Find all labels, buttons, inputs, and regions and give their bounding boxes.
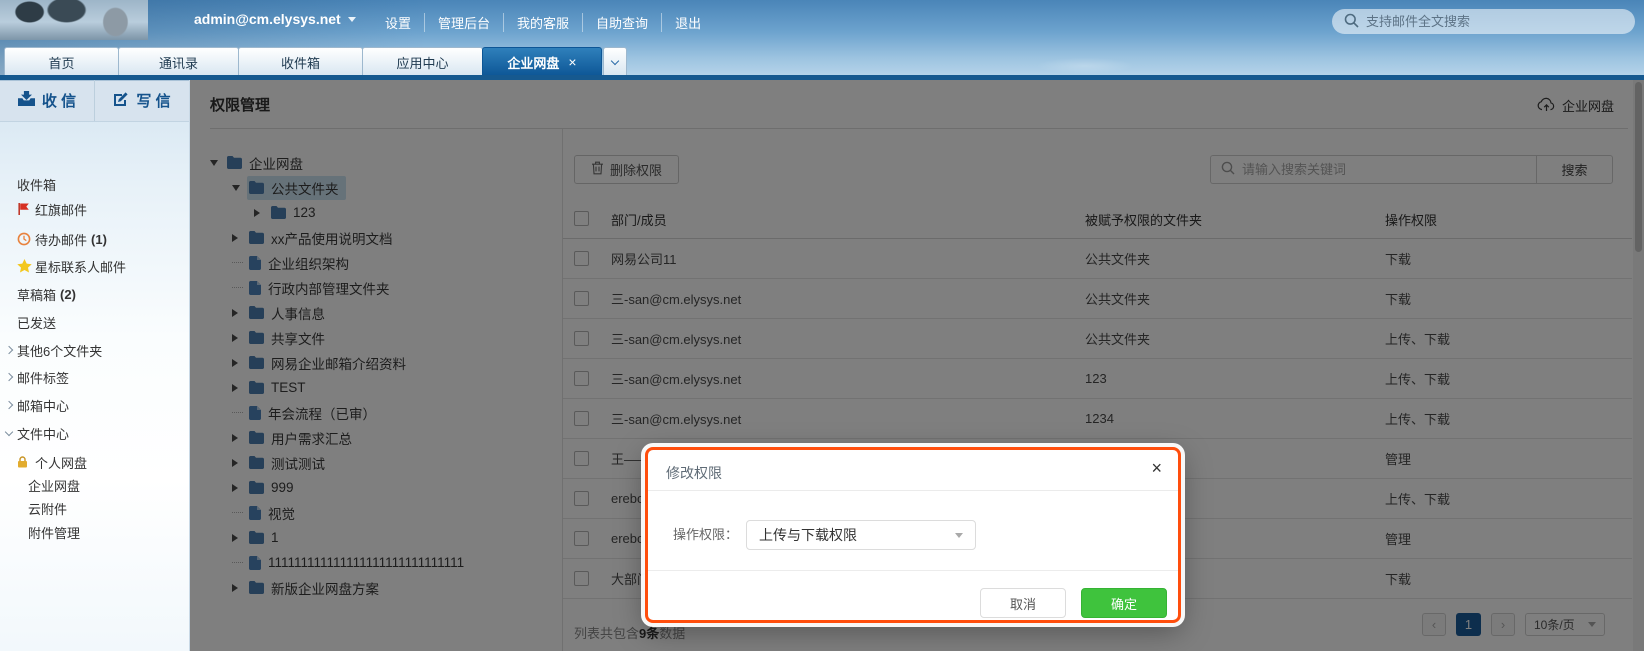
tab-2[interactable]: 通讯录: [118, 47, 239, 76]
account-menu[interactable]: admin@cm.elysys.net: [194, 11, 356, 27]
sidebar-item-12[interactable]: 企业网盘: [6, 475, 80, 495]
chevron-down-icon: [611, 56, 619, 64]
tab-label: 首页: [48, 53, 74, 72]
logo-image: [0, 0, 148, 40]
sidebar-item-7[interactable]: 其他6个文件夹: [6, 340, 102, 360]
tab-label: 收件箱: [281, 53, 320, 72]
receive-mail-icon: [18, 91, 35, 110]
clock-icon: [17, 232, 35, 246]
write-mail-button[interactable]: 写 信: [94, 80, 189, 121]
sidebar-item-label: 星标联系人邮件: [35, 257, 126, 276]
app-window: admin@cm.elysys.net 设置管理后台我的客服自助查询退出 首页 通…: [0, 0, 1644, 651]
sidebar-item-label: 其他6个文件夹: [17, 341, 102, 360]
sidebar-item-label: 邮箱中心: [17, 396, 69, 415]
tab-1[interactable]: 首页: [4, 47, 119, 76]
tab-label: 应用中心: [396, 53, 448, 72]
receive-mail-label: 收 信: [42, 90, 76, 111]
sidebar-item-label: 收件箱: [17, 175, 56, 194]
star-icon: [17, 259, 35, 273]
mail-search[interactable]: [1332, 9, 1635, 34]
sidebar-item-label: 文件中心: [17, 424, 69, 443]
arrow-slot: [6, 374, 17, 380]
arrow-slot: [6, 347, 17, 353]
cancel-button[interactable]: 取消: [980, 588, 1066, 618]
tab-overflow-button[interactable]: [603, 47, 627, 76]
tab-bar: 首页 通讯录 收件箱 应用中心 企业网盘 ×: [4, 47, 627, 76]
sidebar-item-6[interactable]: 已发送: [6, 312, 56, 332]
sidebar-item-1[interactable]: 收件箱: [6, 174, 56, 194]
sidebar-item-3[interactable]: 待办邮件 (1): [6, 229, 107, 249]
sidebar-item-label: 已发送: [17, 313, 56, 332]
caret-down-icon: [955, 533, 963, 538]
sidebar-item-10[interactable]: 文件中心: [6, 423, 69, 443]
arrow-slot: [6, 402, 17, 408]
write-mail-label: 写 信: [136, 90, 170, 111]
sidebar-item-2[interactable]: 红旗邮件: [6, 199, 87, 219]
compose-toolbar: 收 信 写 信: [0, 80, 189, 122]
permission-select[interactable]: 上传与下载权限: [746, 520, 976, 550]
chevron-down-icon: [348, 17, 356, 22]
sidebar-item-label: 草稿箱: [17, 285, 56, 304]
arrow-slot: [6, 432, 17, 435]
sidebar-item-label: 附件管理: [28, 523, 80, 542]
tab-3[interactable]: 收件箱: [238, 47, 363, 76]
unread-count: (1): [91, 232, 107, 247]
topbar-menu-item-2[interactable]: 管理后台: [424, 13, 503, 32]
topbar-menu-item-1[interactable]: 设置: [372, 13, 424, 32]
sidebar-item-9[interactable]: 邮箱中心: [6, 395, 69, 415]
search-input[interactable]: [1366, 14, 1606, 29]
mail-sidebar: 收 信 写 信 收件箱红旗邮件待办邮件 (1) 星标联系人邮件草稿箱 (2) 已发送其他…: [0, 80, 190, 651]
sidebar-item-label: 个人网盘: [35, 453, 87, 472]
disk-module: 权限管理 企业网盘 企业网盘公共文件夹123xx产品使用说明文档企业组织架构行政…: [190, 80, 1644, 651]
top-banner: admin@cm.elysys.net 设置管理后台我的客服自助查询退出 首页 通…: [0, 0, 1644, 80]
dialog-footer-divider: [648, 570, 1178, 571]
sidebar-item-11[interactable]: 个人网盘: [6, 452, 87, 472]
lock-icon: [17, 456, 35, 468]
flag-icon: [17, 202, 35, 216]
edit-permission-dialog: 修改权限 × 操作权限： 上传与下载权限 取消 确定: [645, 447, 1181, 623]
sidebar-item-label: 待办邮件: [35, 230, 87, 249]
sidebar-item-label: 邮件标签: [17, 368, 69, 387]
compose-icon: [113, 91, 129, 111]
close-icon[interactable]: ×: [1151, 459, 1162, 477]
sidebar-item-13[interactable]: 云附件: [6, 498, 67, 518]
tab-label: 通讯录: [159, 53, 198, 72]
permission-select-value: 上传与下载权限: [759, 525, 857, 545]
tab-close-icon[interactable]: ×: [568, 55, 576, 69]
unread-count: (2): [60, 287, 76, 302]
sidebar-item-14[interactable]: 附件管理: [6, 522, 80, 542]
account-email: admin@cm.elysys.net: [194, 11, 341, 27]
dialog-header: 修改权限 ×: [648, 450, 1178, 491]
sidebar-item-label: 云附件: [28, 499, 67, 518]
topbar-menu-item-5[interactable]: 退出: [661, 13, 714, 32]
chevron-down-icon: [5, 427, 13, 435]
dialog-title: 修改权限: [666, 463, 722, 483]
confirm-button[interactable]: 确定: [1081, 588, 1167, 618]
topbar-menu-item-4[interactable]: 自助查询: [582, 13, 661, 32]
sidebar-item-4[interactable]: 星标联系人邮件: [6, 256, 126, 276]
tab-label: 企业网盘: [507, 53, 559, 72]
search-icon: [1344, 13, 1359, 31]
topbar-menu-item-3[interactable]: 我的客服: [503, 13, 582, 32]
permission-label: 操作权限：: [648, 520, 738, 550]
chevron-right-icon: [5, 373, 13, 381]
sidebar-item-5[interactable]: 草稿箱 (2): [6, 284, 76, 304]
sidebar-item-label: 红旗邮件: [35, 200, 87, 219]
tab-4[interactable]: 应用中心: [362, 47, 483, 76]
sidebar-item-8[interactable]: 邮件标签: [6, 367, 69, 387]
chevron-right-icon: [5, 346, 13, 354]
sidebar-item-label: 企业网盘: [28, 476, 80, 495]
tab-5[interactable]: 企业网盘 ×: [482, 47, 602, 76]
receive-mail-button[interactable]: 收 信: [0, 80, 94, 121]
chevron-right-icon: [5, 401, 13, 409]
topbar-menu: 设置管理后台我的客服自助查询退出: [372, 13, 714, 32]
